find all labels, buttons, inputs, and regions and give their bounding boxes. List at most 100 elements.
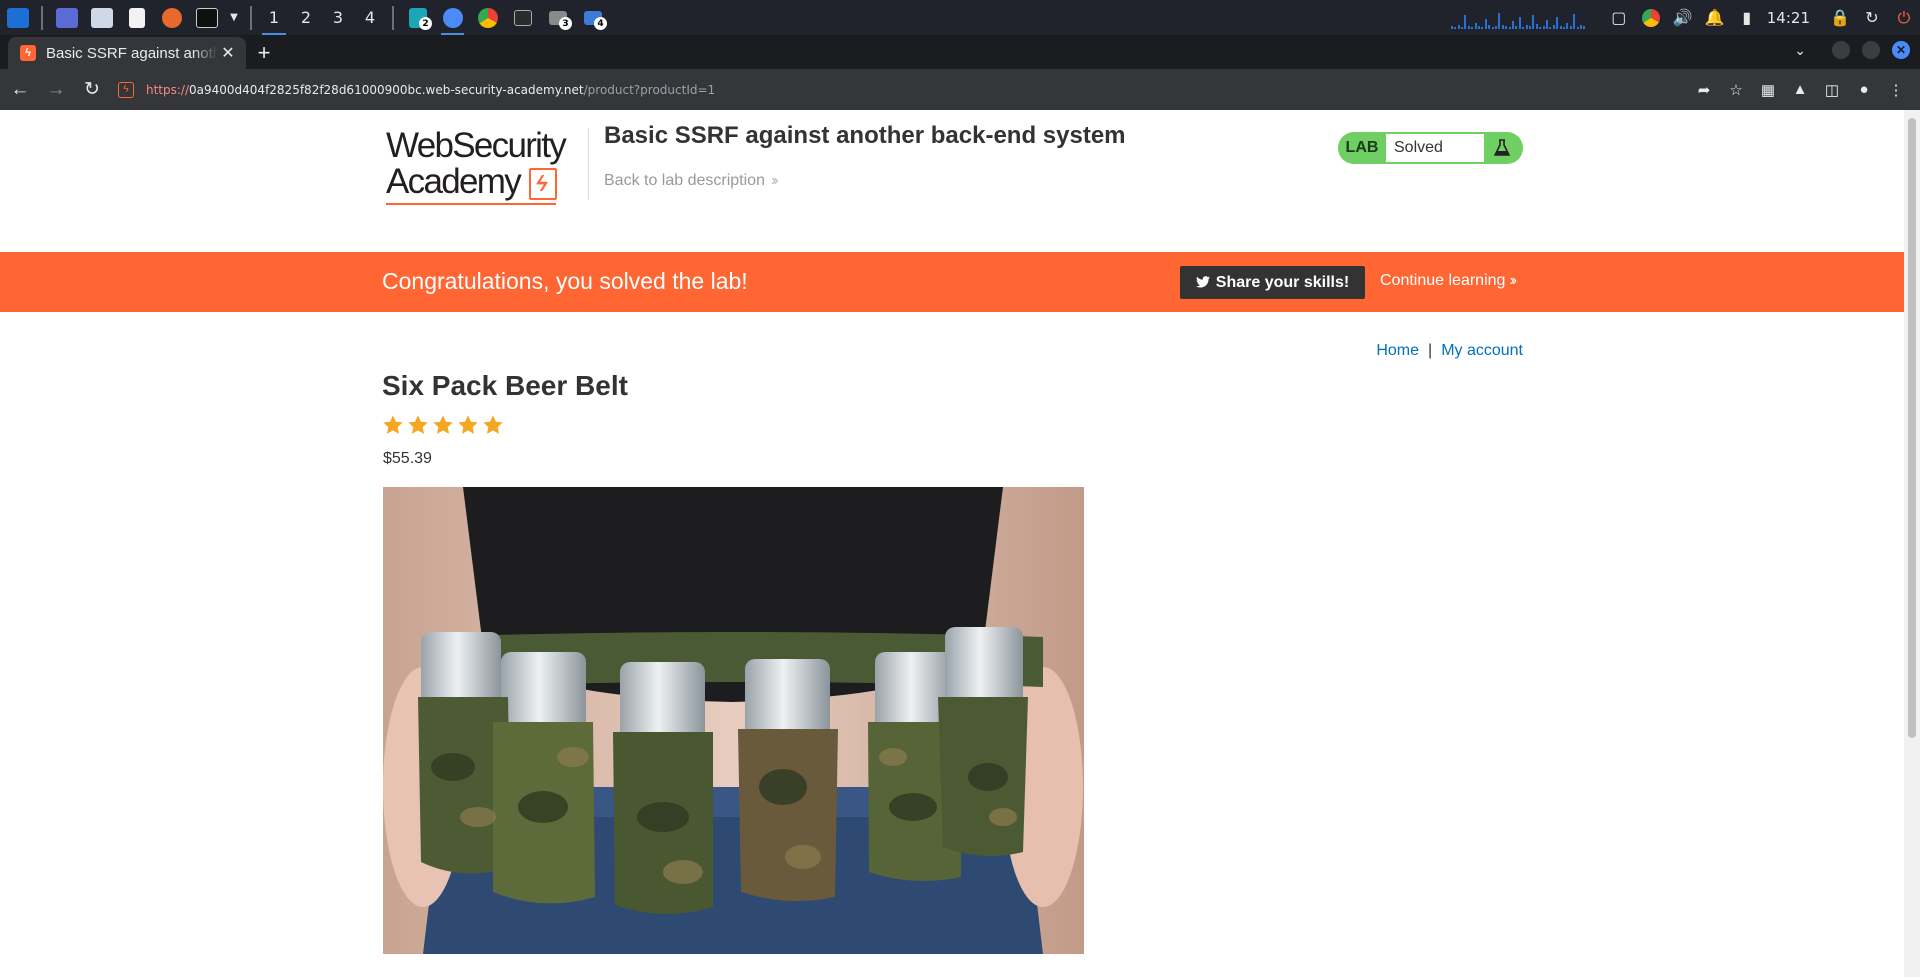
cpu-bar bbox=[1539, 26, 1542, 29]
reload-button[interactable]: ↻ bbox=[76, 74, 108, 106]
side-panel-icon[interactable]: ◫ bbox=[1816, 74, 1848, 106]
cpu-bar bbox=[1579, 24, 1582, 29]
cpu-bar bbox=[1450, 25, 1453, 29]
volume-icon[interactable]: 🔊 bbox=[1667, 0, 1699, 35]
taskbar-separator bbox=[250, 5, 252, 30]
share-icon[interactable]: ➦ bbox=[1688, 74, 1720, 106]
lab-status-text: Solved bbox=[1386, 134, 1484, 162]
nav-separator: | bbox=[1428, 342, 1433, 359]
chromium-icon[interactable] bbox=[438, 3, 467, 35]
cpu-bar bbox=[1556, 16, 1559, 29]
lab-status-widget: LAB Solved bbox=[1338, 132, 1523, 164]
profile-icon[interactable]: ● bbox=[1848, 74, 1880, 106]
display-icon[interactable]: ▢ bbox=[1603, 0, 1635, 35]
new-tab-button[interactable]: + bbox=[246, 37, 282, 69]
star-icon bbox=[483, 415, 503, 434]
continue-learning-link[interactable]: Continue learning ›› bbox=[1380, 272, 1517, 290]
lab-extension-icon[interactable]: ▲ bbox=[1784, 74, 1816, 106]
cpu-bar bbox=[1474, 22, 1477, 29]
file-manager-icon[interactable] bbox=[87, 3, 116, 32]
window-controls: ⌄ ✕ bbox=[1794, 41, 1910, 59]
terminal-window-icon[interactable] bbox=[508, 3, 537, 32]
site-info-icon[interactable]: ϟ bbox=[118, 81, 134, 98]
cpu-bar bbox=[1576, 26, 1579, 29]
address-bar[interactable]: ϟ https://0a9400d404f2825f82f28d61000900… bbox=[108, 69, 1920, 110]
share-skills-button[interactable]: Share your skills! bbox=[1180, 266, 1365, 299]
desktop-icon[interactable] bbox=[52, 3, 81, 32]
workspace-3[interactable]: 3 bbox=[322, 0, 354, 35]
logo-underline bbox=[386, 203, 556, 205]
cpu-bar bbox=[1464, 14, 1467, 29]
clock[interactable]: 14:21 bbox=[1767, 9, 1810, 27]
notification-bell-icon[interactable]: 🔔 bbox=[1699, 0, 1731, 35]
cpu-bar bbox=[1522, 26, 1525, 29]
star-icon bbox=[458, 415, 478, 434]
chrome-tray-icon[interactable] bbox=[1635, 0, 1667, 35]
cpu-bar bbox=[1525, 24, 1528, 29]
home-link[interactable]: Home bbox=[1376, 342, 1419, 359]
back-to-lab-description-link[interactable]: Back to lab description ›› bbox=[604, 172, 778, 190]
flask-icon bbox=[1484, 139, 1520, 157]
url-text: https://0a9400d404f2825f82f28d61000900bc… bbox=[146, 83, 715, 97]
network-window-icon[interactable]: 4 bbox=[578, 3, 607, 32]
cpu-bar bbox=[1484, 18, 1487, 29]
workspace-2[interactable]: 2 bbox=[290, 0, 322, 35]
page-scrollbar[interactable] bbox=[1904, 110, 1920, 977]
cpu-bar bbox=[1508, 26, 1511, 29]
text-editor-icon[interactable] bbox=[122, 3, 151, 32]
tab-search-icon[interactable]: ⌄ bbox=[1794, 42, 1806, 59]
tab-title: Basic SSRF against another back-end syst… bbox=[46, 44, 218, 62]
firefox-icon[interactable] bbox=[157, 3, 186, 32]
cpu-bar bbox=[1566, 22, 1569, 29]
power-icon[interactable]: ⏻ bbox=[1888, 0, 1920, 35]
congratulations-banner: Congratulations, you solved the lab! Sha… bbox=[0, 252, 1904, 312]
lab-title: Basic SSRF against another back-end syst… bbox=[604, 122, 1126, 149]
browser-tab[interactable]: ϟ Basic SSRF against another back-end sy… bbox=[8, 37, 246, 69]
extensions-icon[interactable]: ▦ bbox=[1752, 74, 1784, 106]
double-chevron-right-icon: ›› bbox=[770, 172, 778, 189]
web-security-academy-logo[interactable]: WebSecurity Academy ϟ bbox=[383, 128, 583, 206]
my-account-link[interactable]: My account bbox=[1441, 342, 1523, 359]
logo-line-2: Academy bbox=[386, 162, 522, 201]
cpu-bar bbox=[1501, 24, 1504, 29]
kali-app-icon[interactable]: 2 bbox=[403, 3, 432, 32]
bookmark-star-icon[interactable]: ☆ bbox=[1720, 74, 1752, 106]
cpu-bar bbox=[1494, 25, 1497, 29]
header-divider bbox=[588, 128, 589, 200]
minimize-button[interactable] bbox=[1832, 41, 1850, 59]
cpu-bar bbox=[1518, 16, 1521, 29]
scrollbar-thumb[interactable] bbox=[1908, 118, 1916, 738]
logo-mark-glyph: ϟ bbox=[532, 171, 552, 196]
maximize-button[interactable] bbox=[1862, 41, 1880, 59]
cpu-bar bbox=[1511, 20, 1514, 29]
lock-icon[interactable]: 🔒 bbox=[1824, 0, 1856, 35]
taskbar-separator bbox=[41, 5, 43, 30]
star-icon bbox=[408, 415, 428, 434]
cpu-bar bbox=[1569, 25, 1572, 29]
back-link-label: Back to lab description bbox=[604, 172, 765, 189]
workspace-1[interactable]: 1 bbox=[258, 0, 290, 35]
chrome-icon[interactable] bbox=[473, 3, 502, 32]
browser-toolbar: ← → ↻ ϟ https://0a9400d404f2825f82f28d61… bbox=[0, 69, 1920, 110]
cpu-bar bbox=[1460, 26, 1463, 29]
refresh-session-icon[interactable]: ↻ bbox=[1856, 0, 1888, 35]
chevron-down-icon[interactable]: ▼ bbox=[227, 3, 241, 32]
kali-menu-icon[interactable] bbox=[3, 3, 32, 32]
cpu-bar bbox=[1477, 25, 1480, 29]
terminal-icon[interactable] bbox=[192, 3, 221, 32]
app-count-badge: 4 bbox=[594, 17, 607, 30]
close-window-button[interactable]: ✕ bbox=[1892, 41, 1910, 59]
files-window-icon[interactable]: 3 bbox=[543, 3, 572, 32]
forward-button[interactable]: → bbox=[40, 74, 72, 106]
star-icon bbox=[383, 415, 403, 434]
cpu-bar bbox=[1532, 14, 1535, 29]
workspace-4[interactable]: 4 bbox=[354, 0, 386, 35]
menu-kebab-icon[interactable]: ⋮ bbox=[1880, 74, 1912, 106]
taskbar-separator bbox=[392, 5, 394, 30]
battery-icon[interactable]: ▮ bbox=[1731, 0, 1763, 35]
url-host: 0a9400d404f2825f82f28d61000900bc.web-sec… bbox=[189, 82, 584, 97]
close-tab-icon[interactable]: ✕ bbox=[218, 43, 238, 63]
back-button[interactable]: ← bbox=[4, 74, 36, 106]
workspace-label: 1 bbox=[268, 8, 280, 27]
browser-tab-strip: ϟ Basic SSRF against another back-end sy… bbox=[0, 35, 1920, 69]
